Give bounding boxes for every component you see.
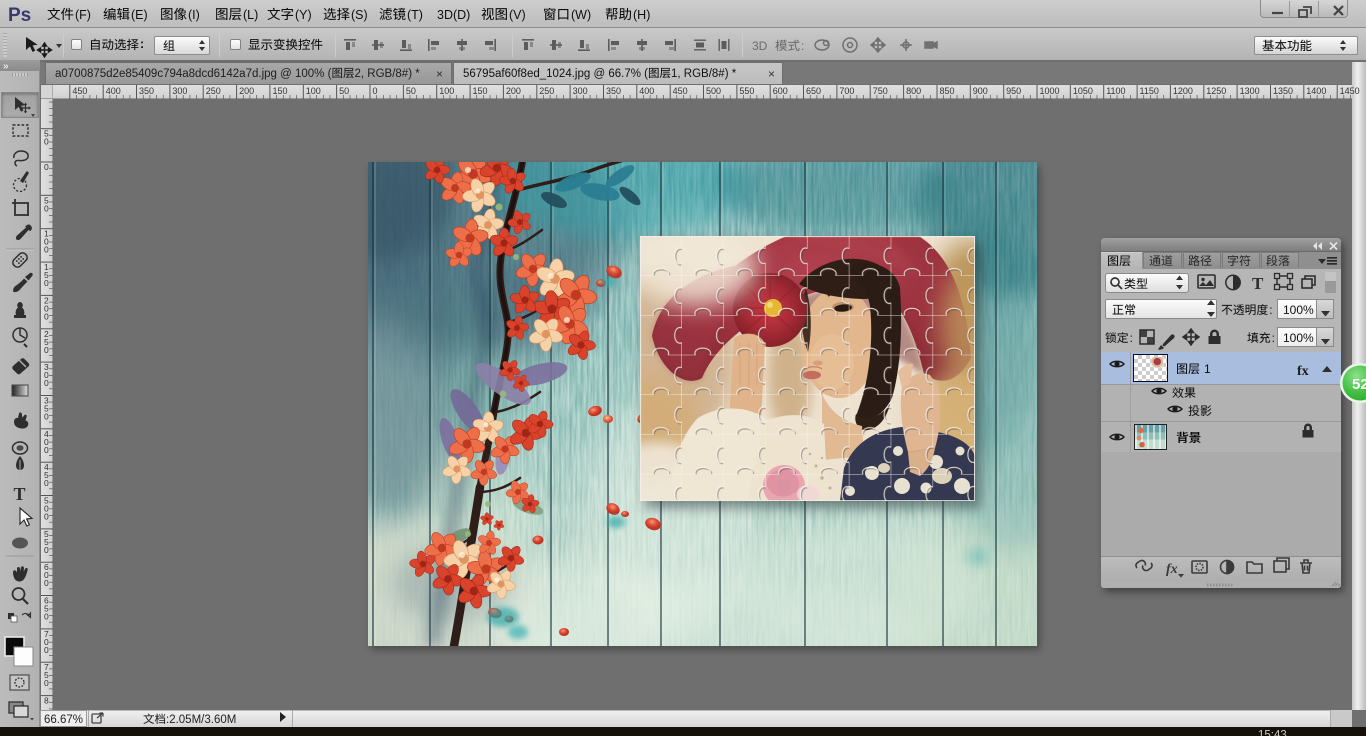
svg-text:T: T [1252, 274, 1264, 293]
svg-text:fx: fx [1166, 562, 1178, 577]
svg-text:T: T [14, 484, 26, 504]
